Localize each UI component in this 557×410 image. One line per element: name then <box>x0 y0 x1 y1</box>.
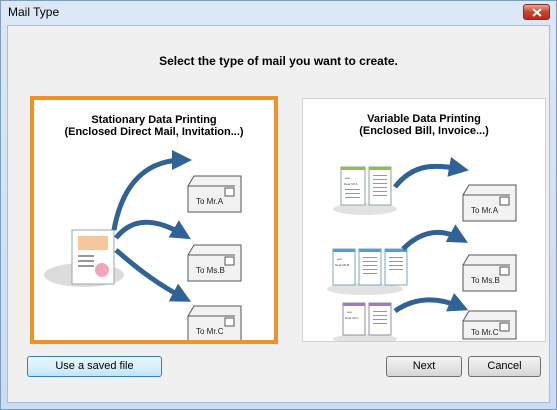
envelope-c: To Mr.C <box>462 310 517 340</box>
envelope-a: To Mr.A <box>462 184 517 222</box>
doc-label: Dear Mr.A <box>344 182 358 186</box>
document-icon <box>71 229 115 285</box>
envelope-b: To Ms.B <box>187 244 242 282</box>
cancel-button[interactable]: Cancel <box>468 356 541 377</box>
recipient-label: To Ms.B <box>196 266 225 275</box>
svg-text:ooo: ooo <box>337 257 342 261</box>
variable-illustration: ooo Dear Mr.A To Mr.A ooo Dear Ms.B To M… <box>327 157 517 341</box>
envelope-c: To Mr.C <box>187 305 242 340</box>
arrow-to-a <box>111 150 192 231</box>
recipient-label: To Mr.A <box>471 206 499 215</box>
close-button[interactable] <box>523 4 550 20</box>
arrow-to-b <box>114 219 191 240</box>
recipient-label: To Ms.B <box>471 276 500 285</box>
stationary-illustration: To Mr.A To Ms.B To Mr.C <box>44 150 242 340</box>
recipient-label: To Mr.C <box>196 327 224 336</box>
document-set-b: ooo Dear Ms.B <box>332 248 408 286</box>
mail-type-dialog: Mail Type Select the type of mail you wa… <box>0 0 557 410</box>
option-variable-data-printing[interactable]: Variable Data Printing (Enclosed Bill, I… <box>302 98 546 342</box>
svg-text:ooo: ooo <box>347 310 352 314</box>
title-bar: Mail Type <box>1 1 556 23</box>
option-stationary-data-printing[interactable]: Stationary Data Printing (Enclosed Direc… <box>30 96 278 344</box>
envelope-a: To Mr.A <box>187 175 242 213</box>
recipient-label: To Mr.C <box>471 328 499 337</box>
close-icon <box>532 8 542 17</box>
prompt-text: Select the type of mail you want to crea… <box>159 54 398 68</box>
use-saved-file-button[interactable]: Use a saved file <box>27 356 162 377</box>
document-set-a: ooo Dear Mr.A <box>340 166 392 206</box>
svg-text:ooo: ooo <box>345 176 350 180</box>
dialog-body: Select the type of mail you want to crea… <box>7 25 550 403</box>
doc-label: Dear Ms.B <box>335 263 349 267</box>
recipient-label: To Mr.A <box>196 197 224 206</box>
envelope-b: To Ms.B <box>462 254 517 292</box>
document-set-c: ooo Dear Mr.C <box>342 302 392 336</box>
next-button[interactable]: Next <box>386 356 462 377</box>
window-title: Mail Type <box>8 5 60 19</box>
doc-label: Dear Mr.C <box>345 316 360 320</box>
arrow-to-c <box>114 248 192 302</box>
